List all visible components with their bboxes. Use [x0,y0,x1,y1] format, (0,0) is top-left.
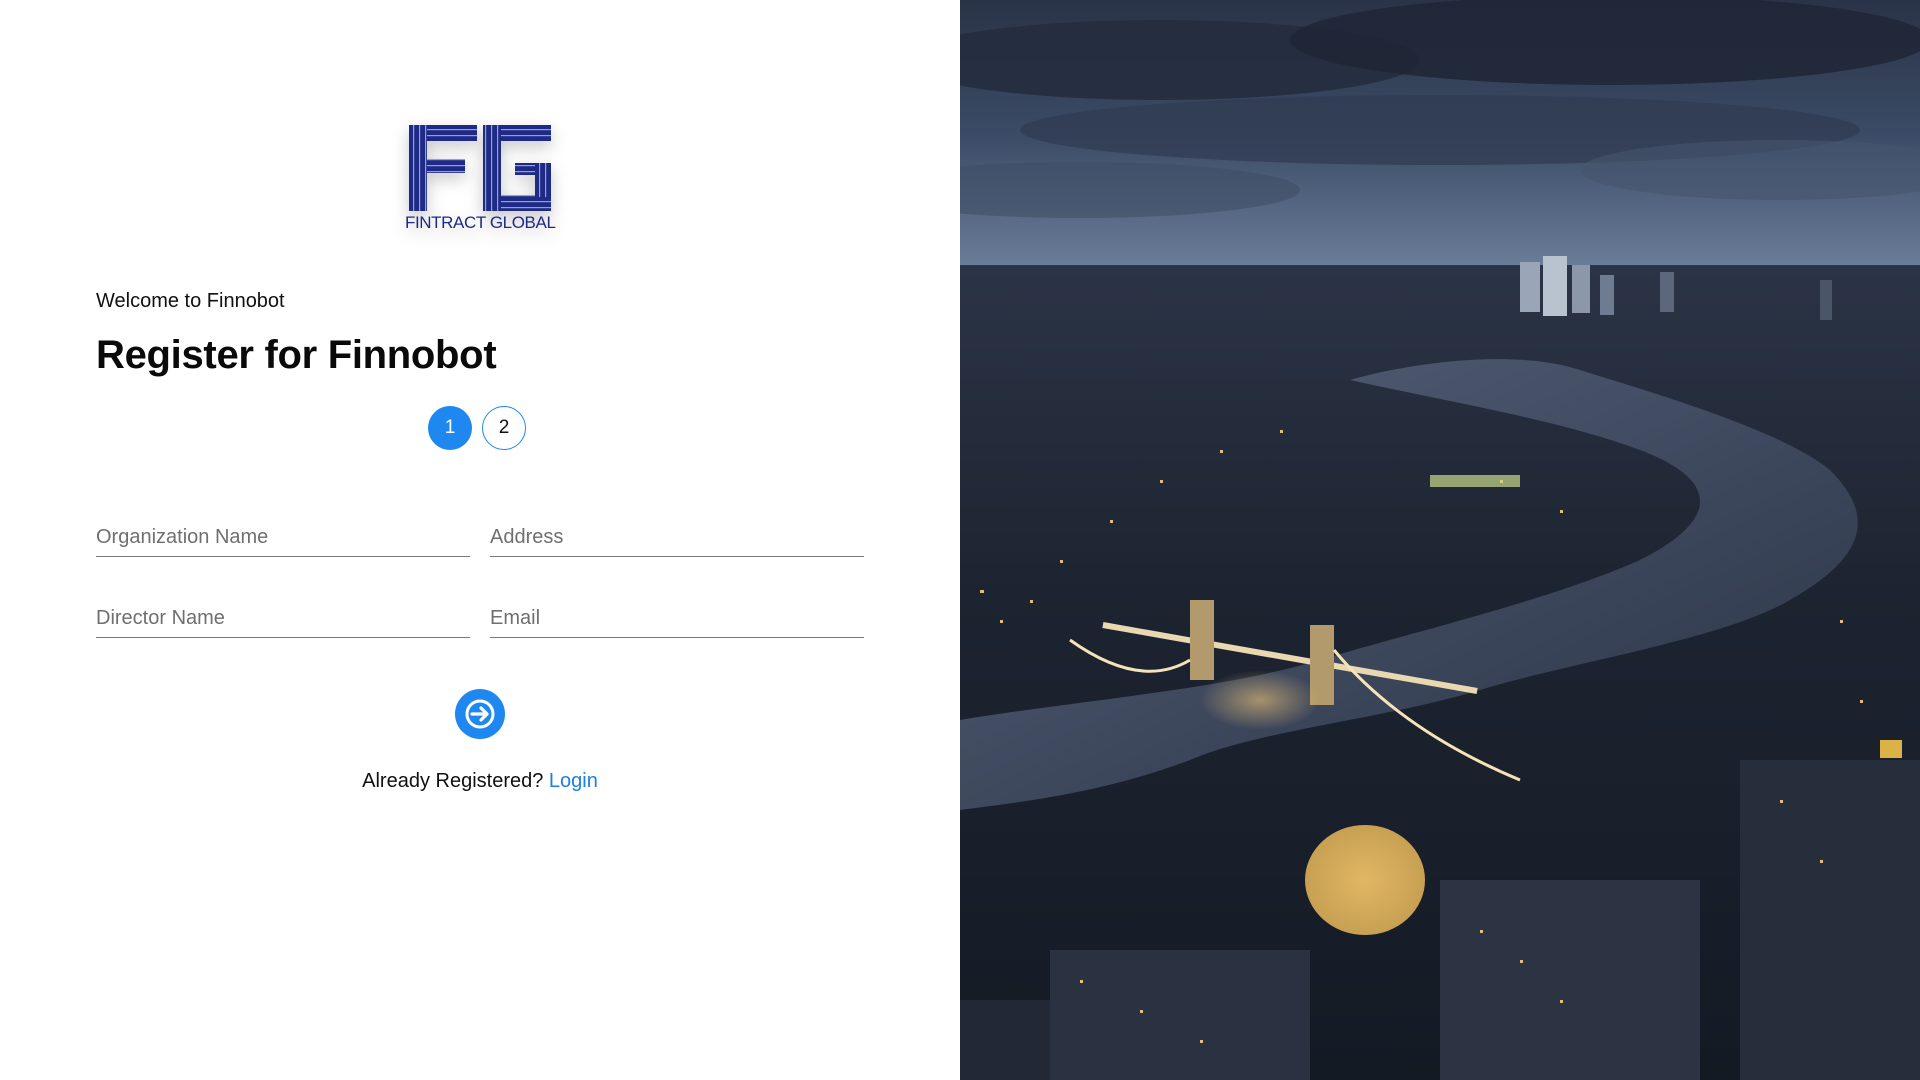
already-registered-text: Already Registered? [362,770,544,792]
arrow-right-icon [465,699,495,729]
login-link[interactable]: Login [549,770,598,792]
registration-stepper: 1 2 [428,406,526,450]
login-prompt: Already Registered? Login [0,770,960,793]
london-night-photo [960,0,1920,1080]
email-field [490,599,864,639]
address-input[interactable] [490,518,864,557]
registration-panel: FINTRACT GLOBAL Welcome to Finnobot Regi… [0,0,960,1080]
register-page: FINTRACT GLOBAL Welcome to Finnobot Regi… [0,0,1920,1080]
fintract-global-logo: FINTRACT GLOBAL [405,117,556,242]
organization-name-input[interactable] [96,518,470,557]
step-2-indicator[interactable]: 2 [482,406,526,450]
director-name-field [96,599,470,639]
logo-wordmark: FINTRACT GLOBAL [405,213,556,232]
organization-name-field [96,518,470,558]
welcome-text: Welcome to Finnobot [96,290,285,312]
director-name-input[interactable] [96,599,470,638]
step-1-indicator[interactable]: 1 [428,406,472,450]
email-input[interactable] [490,599,864,638]
next-step-button[interactable] [455,689,505,739]
city-background-image [960,0,1920,1080]
page-title: Register for Finnobot [96,333,497,377]
address-field [490,518,864,558]
fg-monogram-logo [409,125,551,211]
